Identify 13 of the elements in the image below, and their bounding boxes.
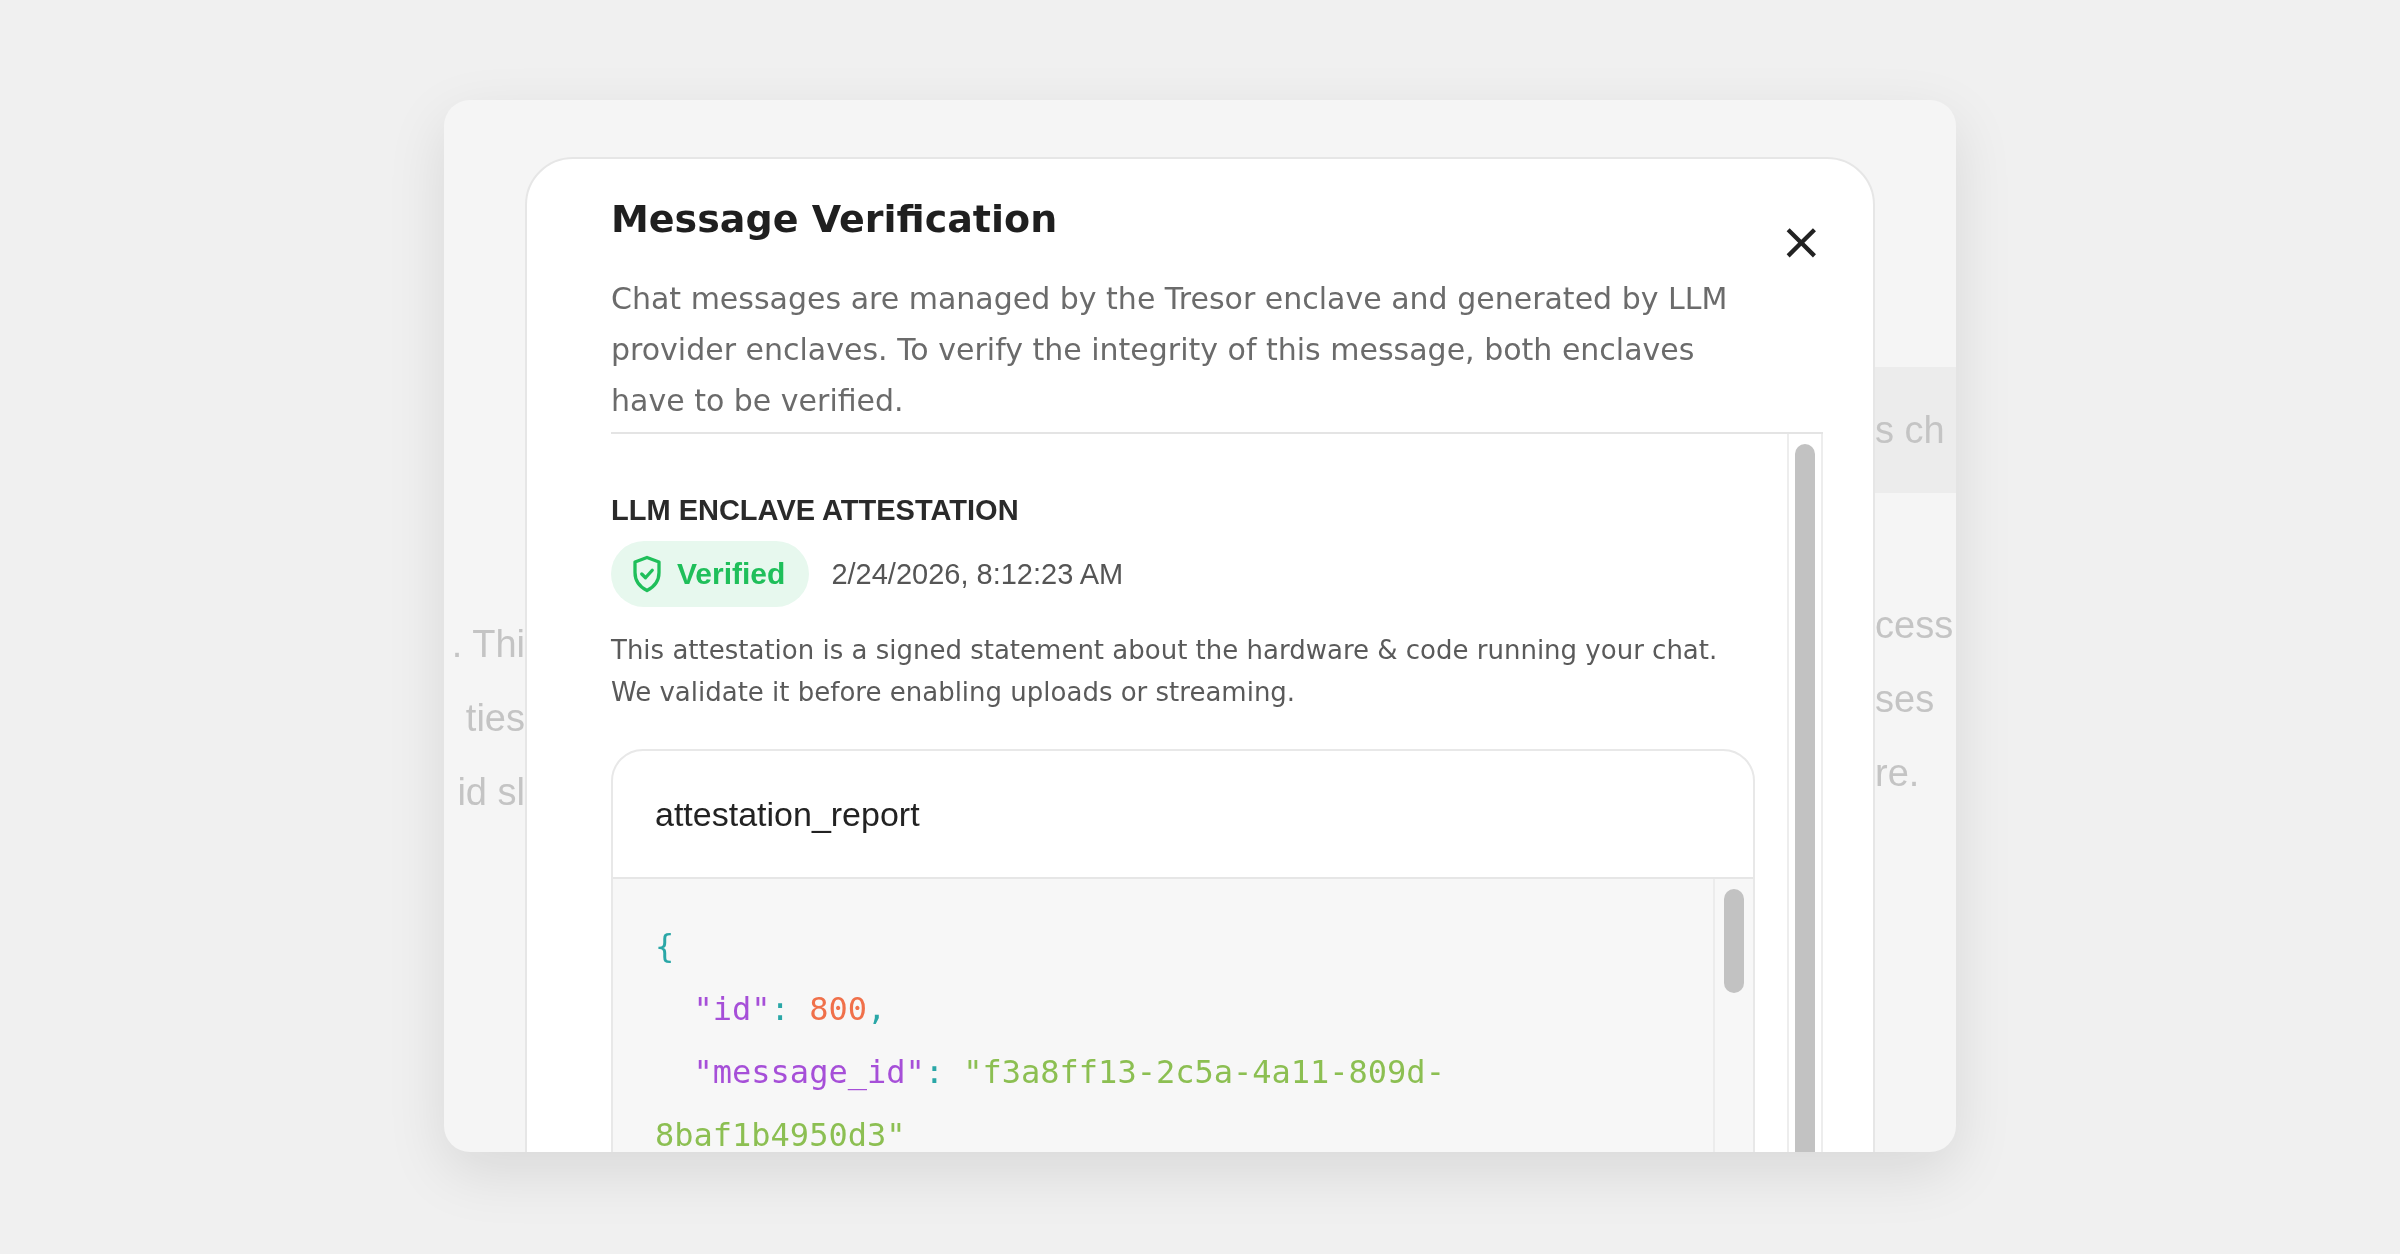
- timestamp: 2/24/2026, 8:12:23 AM: [831, 557, 1124, 591]
- dialog-description: Chat messages are managed by the Tresor enclave and generated by LLM provider enclaves. To verify the integrity of this message, both enclaves have to be verified.: [611, 280, 1729, 420]
- status-label: Verified: [677, 557, 786, 591]
- code-line: "message_id": "f3a8ff13-2c5a-4a11-809d-: [692, 1052, 1446, 1093]
- code-line: 8baf1b4950d3": [655, 1115, 907, 1152]
- dialog-title: Message Verification: [611, 197, 1058, 241]
- attestation-note: This attestation is a signed statement about the hardware & code running your chat. We validate it before enabling uploads or streaming.: [611, 634, 1719, 709]
- scrollbar[interactable]: [1795, 444, 1815, 1152]
- section-heading: LLM ENCLAVE ATTESTATION: [611, 494, 1020, 527]
- close-button[interactable]: ×: [1779, 215, 1823, 267]
- scrollbar[interactable]: [1724, 889, 1744, 993]
- code-line: "id": 800,: [692, 989, 888, 1030]
- code-line: {: [655, 926, 676, 967]
